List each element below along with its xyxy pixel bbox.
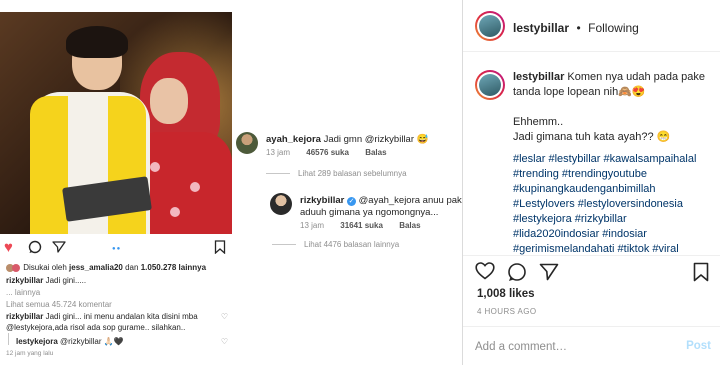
comment-text: @rizkybillar 🙏🏻🖤 (60, 337, 124, 346)
liked-by-line: Disukai oleh jess_amalia20 dan 1.050.278… (6, 263, 206, 272)
view-more-replies[interactable]: Lihat 4476 balasan lainnya (272, 240, 399, 249)
liked-prefix: Disukai oleh (23, 263, 67, 272)
header-separator: • (576, 21, 581, 35)
comment-user-link[interactable]: ayah_kejora (266, 134, 321, 145)
hashtag-line[interactable]: #trending #trendingyoutube (513, 167, 713, 182)
caption-user-link[interactable]: rizkybillar (6, 276, 43, 285)
comment-body: rizkybillar ✓ @ayah_kejora anuu pak... a… (300, 195, 470, 219)
phone-action-bar: ♥ ●● (0, 238, 232, 258)
photo-dress-flower (170, 207, 180, 217)
photo-dress-flower (190, 182, 200, 192)
comment-likes-link[interactable]: 31641 suka (340, 221, 383, 230)
reply-dash (266, 173, 290, 175)
view-all-comments-link[interactable]: Lihat semua 45.724 komentar (6, 300, 112, 309)
comment-icon[interactable] (507, 262, 527, 286)
comment-meta: 13 jam 31641 suka Balas (300, 221, 435, 230)
phone-post-screenshot: ♥ ●● Disukai oleh jess_amalia20 dan 1.05… (0, 0, 232, 365)
liker-avatar (12, 263, 20, 272)
comment-icon[interactable] (28, 240, 42, 257)
screen: ♥ ●● Disukai oleh jess_amalia20 dan 1.05… (0, 0, 720, 365)
header-username-link[interactable]: lestybillar (513, 21, 569, 35)
comment-like-heart-icon[interactable]: ♡ (221, 312, 228, 321)
post-caption: lestybillar Komen nya udah pada pake tan… (513, 70, 713, 257)
hashtag-line[interactable]: #leslar #lestybillar #kawalsampaihalal (513, 152, 713, 167)
comment-text: Jadi gmn @rizkybillar 😅 (323, 134, 429, 145)
hashtag-line[interactable]: #kupinangkaudenganbimillah (513, 182, 713, 197)
caption-blank (513, 145, 713, 152)
comment-like-heart-icon[interactable]: ♡ (221, 337, 228, 346)
heart-icon[interactable] (475, 262, 495, 284)
post-header: lestybillar • Following (463, 0, 720, 52)
comment-user-link[interactable]: rizkybillar (6, 312, 43, 321)
photo-man-vest-left (30, 96, 68, 234)
avatar-picture (479, 74, 501, 96)
reply-button[interactable]: Balas (365, 148, 386, 157)
header-line: lestybillar • Following (513, 19, 639, 37)
liked-count-link[interactable]: 1.050.278 lainnya (141, 263, 206, 272)
hashtag-line[interactable]: #lestykejora #rizkybillar (513, 212, 713, 227)
comment-time: 13 jam (300, 221, 325, 230)
view-previous-replies[interactable]: Lihat 289 balasan sebelumnya (266, 169, 407, 178)
following-button[interactable]: Following (588, 21, 639, 35)
reply-button[interactable]: Balas (399, 221, 420, 230)
comment-body: ayah_kejora Jadi gmn @rizkybillar 😅 (266, 134, 428, 146)
photo-dress-flower (150, 162, 160, 172)
share-icon[interactable] (52, 240, 66, 257)
avatar-picture (479, 15, 501, 37)
add-comment-input[interactable] (475, 337, 675, 357)
phone-comment-2: lestykejora @rizkybillar 🙏🏻🖤 (16, 337, 124, 346)
comment-text: @ayah_kejora anuu pak... (358, 195, 470, 206)
comment-text-line2: @lestykejora,ada risol ada sop gurame.. … (6, 323, 186, 332)
caption-first-line: lestybillar Komen nya udah pada pake (513, 70, 713, 85)
carousel-dots-icon: ●● (112, 246, 122, 252)
comment-user-link[interactable]: lestykejora (16, 337, 58, 346)
comment-meta: 13 jam 46576 suka Balas (266, 148, 401, 157)
likes-count[interactable]: 1,008 likes (477, 288, 535, 300)
hashtag-line[interactable]: #Lestylovers #lestyloversindonesia (513, 197, 713, 212)
avatar[interactable] (236, 132, 258, 154)
caption-text-line3: Ehhemm.. (513, 116, 564, 128)
caption-more-link[interactable]: ... lainnya (6, 288, 40, 297)
reply-dash (272, 244, 296, 246)
caption-text-line2: tanda lope lopean nih🙈😍 (513, 86, 646, 98)
comment-likes-link[interactable]: 46576 suka (306, 148, 349, 157)
view-more-replies-label: Lihat 4476 balasan lainnya (304, 240, 400, 249)
caption-text: Komen nya udah pada pake (567, 71, 706, 83)
photo-woman-face (150, 78, 188, 124)
phone-caption: rizkybillar Jadi gini..... (6, 276, 86, 285)
share-icon[interactable] (539, 262, 559, 286)
caption-username-link[interactable]: lestybillar (513, 71, 564, 83)
reply-thread-line (8, 333, 9, 345)
comment-time: 13 jam (266, 148, 291, 157)
comment-text: Jadi gini... ini menu andalan kita disin… (45, 312, 198, 321)
comment-user-link[interactable]: rizkybillar (300, 195, 344, 206)
caption-avatar[interactable] (475, 70, 505, 100)
photo-man-hair (66, 26, 128, 58)
post-time: 12 jam yang lalu (6, 350, 54, 357)
caption-blank (513, 100, 713, 115)
panel-action-bar (463, 255, 720, 287)
caption-text-line4: Jadi gimana tuh kata ayah?? 😁 (513, 131, 671, 143)
bookmark-icon[interactable] (214, 240, 226, 257)
caption-text: Jadi gini..... (45, 276, 87, 285)
comment-text-line2: aduuh gimana ya ngomongnya... (300, 207, 439, 218)
liked-heart-icon[interactable]: ♥ (4, 240, 13, 256)
view-previous-replies-label: Lihat 289 balasan sebelumnya (298, 169, 407, 178)
avatar[interactable] (475, 11, 505, 41)
liked-user-link[interactable]: jess_amalia20 (69, 263, 123, 272)
add-comment-row: Post (463, 326, 720, 365)
verified-badge-icon: ✓ (347, 197, 356, 206)
liked-mid: dan (125, 263, 139, 272)
post-timestamp: 4 HOURS AGO (477, 307, 537, 316)
phone-comment-1: rizkybillar Jadi gini... ini menu andala… (6, 312, 198, 321)
post-comment-button[interactable]: Post (686, 340, 711, 352)
hashtag-line[interactable]: #lida2020indosiar #indosiar (513, 227, 713, 242)
post-photo[interactable] (0, 12, 232, 234)
avatar[interactable] (270, 193, 292, 215)
bookmark-icon[interactable] (693, 262, 709, 286)
post-side-panel: lestybillar • Following lestybillar Kome… (462, 0, 720, 365)
